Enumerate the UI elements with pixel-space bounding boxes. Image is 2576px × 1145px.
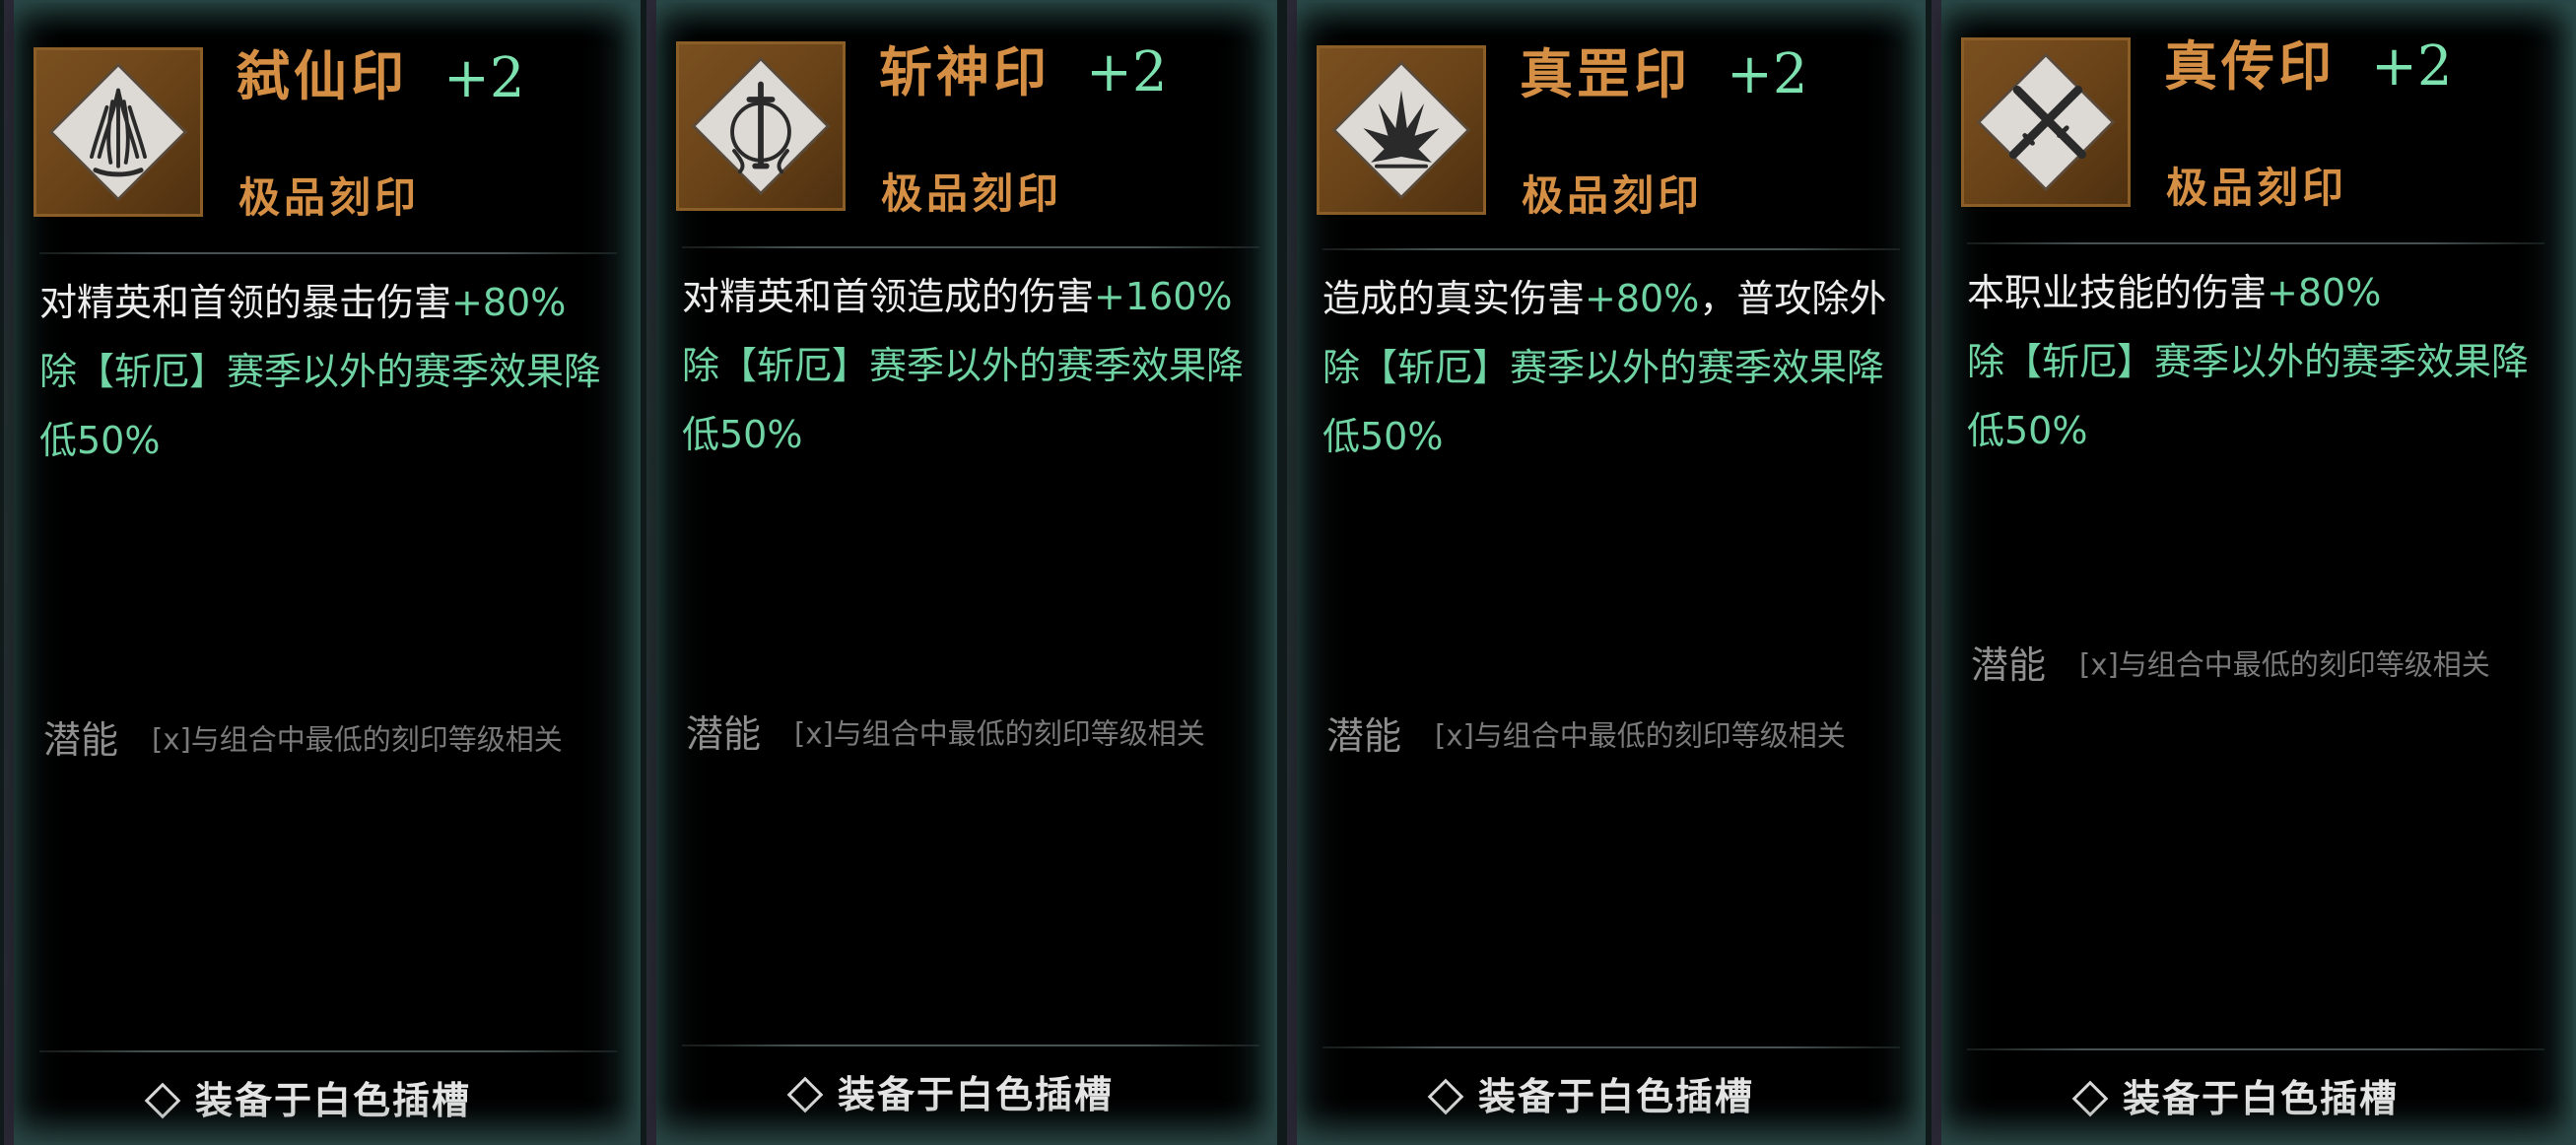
seal-description: 造成的真实伤害+80%，普攻除外 除【斩厄】赛季以外的赛季效果降低50% xyxy=(1322,264,1894,471)
desc-value: +160% xyxy=(1094,275,1233,318)
seal-icon-frame xyxy=(1961,37,2131,207)
seal-title: 真传印 xyxy=(2164,34,2336,98)
seal-description: 对精英和首领的暴击伤害+80% 除【斩厄】赛季以外的赛季效果降低50% xyxy=(39,268,611,475)
seal-description: 对精英和首领造成的伤害+160% 除【斩厄】赛季以外的赛季效果降低50% xyxy=(682,262,1254,469)
seal-level: +2 xyxy=(443,46,525,110)
seal-icon-frame xyxy=(1317,45,1486,215)
season-effect-text: 除【斩厄】赛季以外的赛季效果降低50% xyxy=(1967,340,2530,452)
header-divider xyxy=(682,246,1259,248)
seal-title: 弑仙印 xyxy=(237,44,408,107)
card-bottom-glow xyxy=(1932,1098,2576,1145)
seal-grade: 极品刻印 xyxy=(881,169,1063,218)
seal-title: 斩神印 xyxy=(879,40,1051,103)
seal-title: 真罡印 xyxy=(1520,42,1691,105)
header-divider xyxy=(39,252,617,254)
desc-text: 本职业技能的伤害 xyxy=(1967,271,2268,314)
potential-row: 潜能 [x]与组合中最低的刻印等级相关 xyxy=(686,715,1205,753)
seal-grade: 极品刻印 xyxy=(2166,164,2348,212)
card-bottom-glow xyxy=(1287,1098,1926,1145)
seal-description: 本职业技能的伤害+80% 除【斩厄】赛季以外的赛季效果降低50% xyxy=(1967,258,2539,465)
potential-row: 潜能 [x]与组合中最低的刻印等级相关 xyxy=(1971,646,2490,684)
footer-divider xyxy=(39,1050,617,1052)
potential-row: 潜能 [x]与组合中最低的刻印等级相关 xyxy=(1326,717,1846,755)
potential-note: [x]与组合中最低的刻印等级相关 xyxy=(794,716,1205,751)
seal-level: +2 xyxy=(2371,34,2453,99)
seal-card-3: 真罡印 +2 极品刻印 造成的真实伤害+80%，普攻除外 除【斩厄】赛季以外的赛… xyxy=(1287,0,1926,1145)
seal-level: +2 xyxy=(1086,40,1168,104)
seal-grade: 极品刻印 xyxy=(1522,171,1704,220)
seal-grade: 极品刻印 xyxy=(238,173,421,222)
potential-note: [x]与组合中最低的刻印等级相关 xyxy=(2079,647,2490,682)
leaf-flame-seal-icon xyxy=(48,62,188,202)
desc-text: 对精英和首领造成的伤害 xyxy=(682,275,1095,318)
seal-level: +2 xyxy=(1727,42,1808,106)
header-divider xyxy=(1322,248,1900,250)
header-divider xyxy=(1967,242,2544,244)
seal-icon-frame xyxy=(676,41,846,211)
seal-icon-frame xyxy=(34,47,203,217)
footer-divider xyxy=(1322,1046,1900,1048)
card-bottom-glow xyxy=(646,1098,1277,1145)
season-effect-text: 除【斩厄】赛季以外的赛季效果降低50% xyxy=(1322,346,1885,458)
potential-note: [x]与组合中最低的刻印等级相关 xyxy=(1435,718,1846,753)
desc-value: +80% xyxy=(2267,271,2382,314)
seal-card-1: 弑仙印 +2 极品刻印 对精英和首领的暴击伤害+80% 除【斩厄】赛季以外的赛季… xyxy=(4,0,641,1145)
seal-card-4: 真传印 +2 极品刻印 本职业技能的伤害+80% 除【斩厄】赛季以外的赛季效果降… xyxy=(1932,0,2576,1145)
crossed-swords-seal-icon xyxy=(1976,52,2116,192)
footer-divider xyxy=(682,1044,1259,1046)
spike-burst-seal-icon xyxy=(1331,60,1471,200)
seal-card-2: 斩神印 +2 极品刻印 对精英和首领造成的伤害+160% 除【斩厄】赛季以外的赛… xyxy=(646,0,1277,1145)
card-bottom-glow xyxy=(4,1098,641,1145)
sword-ring-seal-icon xyxy=(691,56,831,196)
season-effect-text: 除【斩厄】赛季以外的赛季效果降低50% xyxy=(39,350,602,462)
potential-label: 潜能 xyxy=(43,718,119,762)
potential-label: 潜能 xyxy=(1326,714,1402,758)
potential-row: 潜能 [x]与组合中最低的刻印等级相关 xyxy=(43,721,563,759)
desc-value: +80% xyxy=(1585,277,1700,320)
desc-text-tail: ，普攻除外 xyxy=(1699,277,1887,320)
potential-label: 潜能 xyxy=(686,712,762,756)
desc-text: 造成的真实伤害 xyxy=(1322,277,1586,320)
potential-note: [x]与组合中最低的刻印等级相关 xyxy=(152,722,563,757)
seal-comparison-screen: 弑仙印 +2 极品刻印 对精英和首领的暴击伤害+80% 除【斩厄】赛季以外的赛季… xyxy=(0,0,2576,1145)
potential-label: 潜能 xyxy=(1971,643,2047,687)
desc-value: +80% xyxy=(451,281,567,324)
desc-text: 对精英和首领的暴击伤害 xyxy=(39,281,452,324)
season-effect-text: 除【斩厄】赛季以外的赛季效果降低50% xyxy=(682,344,1245,456)
footer-divider xyxy=(1967,1048,2544,1050)
